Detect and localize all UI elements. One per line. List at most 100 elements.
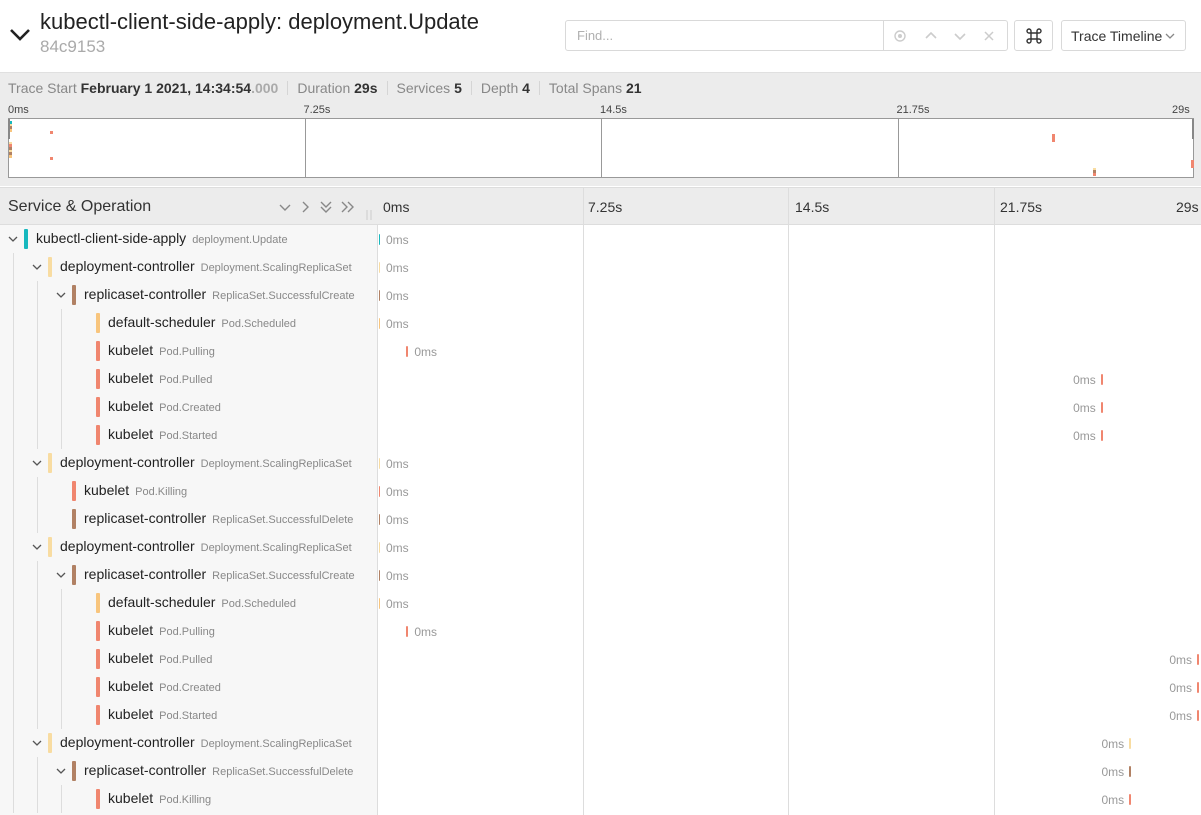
minimap-span <box>49 157 53 161</box>
span-bar[interactable] <box>1129 766 1132 777</box>
span-service-name: deployment-controller Deployment.ScalingR… <box>60 734 352 750</box>
chevron-down-icon[interactable] <box>55 569 67 581</box>
expand-all-icon[interactable] <box>317 198 335 216</box>
span-timeline-row[interactable]: 0ms <box>379 533 1201 561</box>
keyboard-shortcuts-button[interactable] <box>1014 20 1053 51</box>
span-timeline-row[interactable]: 0ms <box>379 253 1201 281</box>
tree-guide-line <box>13 253 14 281</box>
span-row[interactable]: kubelet Pod.Started <box>0 701 377 729</box>
span-row[interactable]: kubelet Pod.Started <box>0 421 377 449</box>
minimap-canvas[interactable] <box>8 118 1194 178</box>
tree-guide-line <box>61 673 62 701</box>
span-bar[interactable] <box>1197 710 1199 721</box>
span-timeline-row[interactable]: 0ms <box>379 701 1201 729</box>
span-row[interactable]: kubelet Pod.Pulled <box>0 365 377 393</box>
close-icon[interactable] <box>979 26 999 46</box>
span-timeline-row[interactable]: 0ms <box>379 337 1201 365</box>
span-bar[interactable] <box>379 458 380 469</box>
view-selector[interactable]: Trace Timeline <box>1061 20 1186 51</box>
view-selector-label: Trace Timeline <box>1071 27 1163 44</box>
span-timeline-row[interactable]: 0ms <box>379 449 1201 477</box>
minimap-tick-label: 14.5s <box>600 104 627 116</box>
span-row[interactable]: default-scheduler Pod.Scheduled <box>0 309 377 337</box>
span-timeline-row[interactable]: 0ms <box>379 757 1201 785</box>
tree-guide-line <box>37 421 38 449</box>
span-bar[interactable] <box>1197 682 1199 693</box>
chevron-down-icon[interactable] <box>8 22 32 46</box>
span-timeline-row[interactable]: 0ms <box>379 673 1201 701</box>
span-timeline-row[interactable]: 0ms <box>379 309 1201 337</box>
timeline-grid-line <box>993 187 995 815</box>
span-row[interactable]: kubelet Pod.Pulling <box>0 617 377 645</box>
find-input[interactable] <box>566 21 884 50</box>
span-row[interactable]: kubectl-client-side-apply deployment.Upda… <box>0 225 377 253</box>
tree-guide-line <box>61 589 62 617</box>
chevron-down-icon[interactable] <box>31 541 43 553</box>
span-bar[interactable] <box>1197 654 1199 665</box>
span-bar[interactable] <box>379 290 380 301</box>
span-row[interactable]: deployment-controller Deployment.ScalingR… <box>0 533 377 561</box>
chevron-up-icon[interactable] <box>921 26 941 46</box>
chevron-down-icon[interactable] <box>950 26 970 46</box>
span-timeline-row[interactable]: 0ms <box>379 785 1201 813</box>
minimap-right-handle[interactable] <box>1192 119 1194 139</box>
resize-handle-icon[interactable] <box>366 210 372 220</box>
span-row[interactable]: kubelet Pod.Pulling <box>0 337 377 365</box>
service-color-bar <box>96 789 100 809</box>
span-timeline-row[interactable]: 0ms <box>379 477 1201 505</box>
span-bar[interactable] <box>406 626 409 637</box>
chevron-down-icon[interactable] <box>55 765 67 777</box>
locate-icon[interactable] <box>890 26 910 46</box>
span-timeline-row[interactable]: 0ms <box>379 505 1201 533</box>
span-service-name: replicaset-controller ReplicaSet.Successf… <box>84 286 355 302</box>
span-row[interactable]: replicaset-controller ReplicaSet.Successf… <box>0 757 377 785</box>
span-timeline-row[interactable]: 0ms <box>379 729 1201 757</box>
span-bar[interactable] <box>379 318 380 329</box>
span-duration-label: 0ms <box>1169 681 1192 695</box>
minimap-left-handle[interactable] <box>8 119 10 139</box>
span-row[interactable]: replicaset-controller ReplicaSet.Successf… <box>0 561 377 589</box>
span-row[interactable]: replicaset-controller ReplicaSet.Successf… <box>0 505 377 533</box>
span-timeline-row[interactable]: 0ms <box>379 365 1201 393</box>
span-bar[interactable] <box>379 234 380 245</box>
span-row[interactable]: deployment-controller Deployment.ScalingR… <box>0 253 377 281</box>
span-timeline-row[interactable]: 0ms <box>379 645 1201 673</box>
span-timeline-row[interactable]: 0ms <box>379 589 1201 617</box>
span-row[interactable]: kubelet Pod.Killing <box>0 477 377 505</box>
span-bar[interactable] <box>1100 374 1103 385</box>
span-bar[interactable] <box>379 598 380 609</box>
span-bar[interactable] <box>1129 794 1132 805</box>
span-row[interactable]: replicaset-controller ReplicaSet.Successf… <box>0 281 377 309</box>
span-bar[interactable] <box>379 542 380 553</box>
span-bar[interactable] <box>379 514 380 525</box>
collapse-one-icon[interactable] <box>276 198 294 216</box>
chevron-down-icon[interactable] <box>7 233 19 245</box>
span-timeline-row[interactable]: 0ms <box>379 617 1201 645</box>
chevron-down-icon[interactable] <box>31 457 43 469</box>
chevron-down-icon[interactable] <box>55 289 67 301</box>
span-bar[interactable] <box>1100 402 1103 413</box>
span-row[interactable]: default-scheduler Pod.Scheduled <box>0 589 377 617</box>
span-bar[interactable] <box>1100 430 1103 441</box>
span-row[interactable]: kubelet Pod.Created <box>0 673 377 701</box>
span-bar[interactable] <box>1129 738 1132 749</box>
span-row[interactable]: kubelet Pod.Killing <box>0 785 377 813</box>
chevron-down-icon[interactable] <box>31 261 43 273</box>
expand-one-icon[interactable] <box>296 198 314 216</box>
span-timeline-row[interactable]: 0ms <box>379 393 1201 421</box>
span-row[interactable]: deployment-controller Deployment.ScalingR… <box>0 449 377 477</box>
span-bar[interactable] <box>379 570 380 581</box>
collapse-all-icon[interactable] <box>339 198 357 216</box>
span-timeline-row[interactable]: 0ms <box>379 561 1201 589</box>
span-bar[interactable] <box>379 486 380 497</box>
minimap-span <box>1092 173 1096 176</box>
span-row[interactable]: kubelet Pod.Pulled <box>0 645 377 673</box>
chevron-down-icon[interactable] <box>31 737 43 749</box>
span-bar[interactable] <box>379 262 380 273</box>
span-bar[interactable] <box>406 346 409 357</box>
span-timeline-row[interactable]: 0ms <box>379 281 1201 309</box>
span-timeline-row[interactable]: 0ms <box>379 421 1201 449</box>
span-row[interactable]: deployment-controller Deployment.ScalingR… <box>0 729 377 757</box>
span-row[interactable]: kubelet Pod.Created <box>0 393 377 421</box>
span-timeline-row[interactable]: 0ms <box>379 225 1201 253</box>
